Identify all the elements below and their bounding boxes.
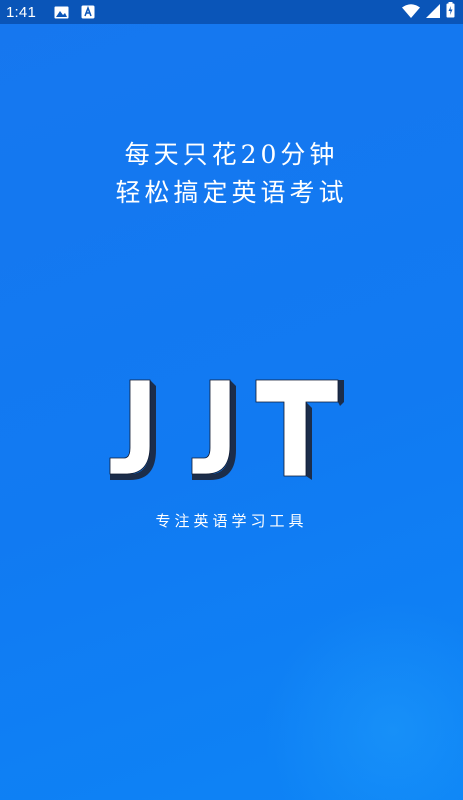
- status-right-group: [402, 2, 455, 22]
- jjt-logo: [109, 379, 344, 480]
- slogan-line-1: 每天只花20分钟: [124, 140, 339, 169]
- cell-signal-icon: [426, 3, 440, 22]
- slogan: 每天只花20分钟 轻松搞定英语考试: [0, 136, 463, 212]
- wifi-icon: [402, 3, 420, 22]
- status-time: 1:41: [6, 3, 36, 21]
- slogan-line-2: 轻松搞定英语考试: [115, 178, 348, 207]
- splash-screen: 1:41 每天只花20分钟 轻松搞定英语考试 专注英语学习工具: [0, 0, 463, 800]
- font-a-icon: [81, 5, 95, 19]
- status-bar: 1:41: [0, 0, 463, 24]
- image-icon: [54, 6, 69, 19]
- tagline: 专注英语学习工具: [155, 512, 308, 530]
- battery-icon: [446, 2, 455, 22]
